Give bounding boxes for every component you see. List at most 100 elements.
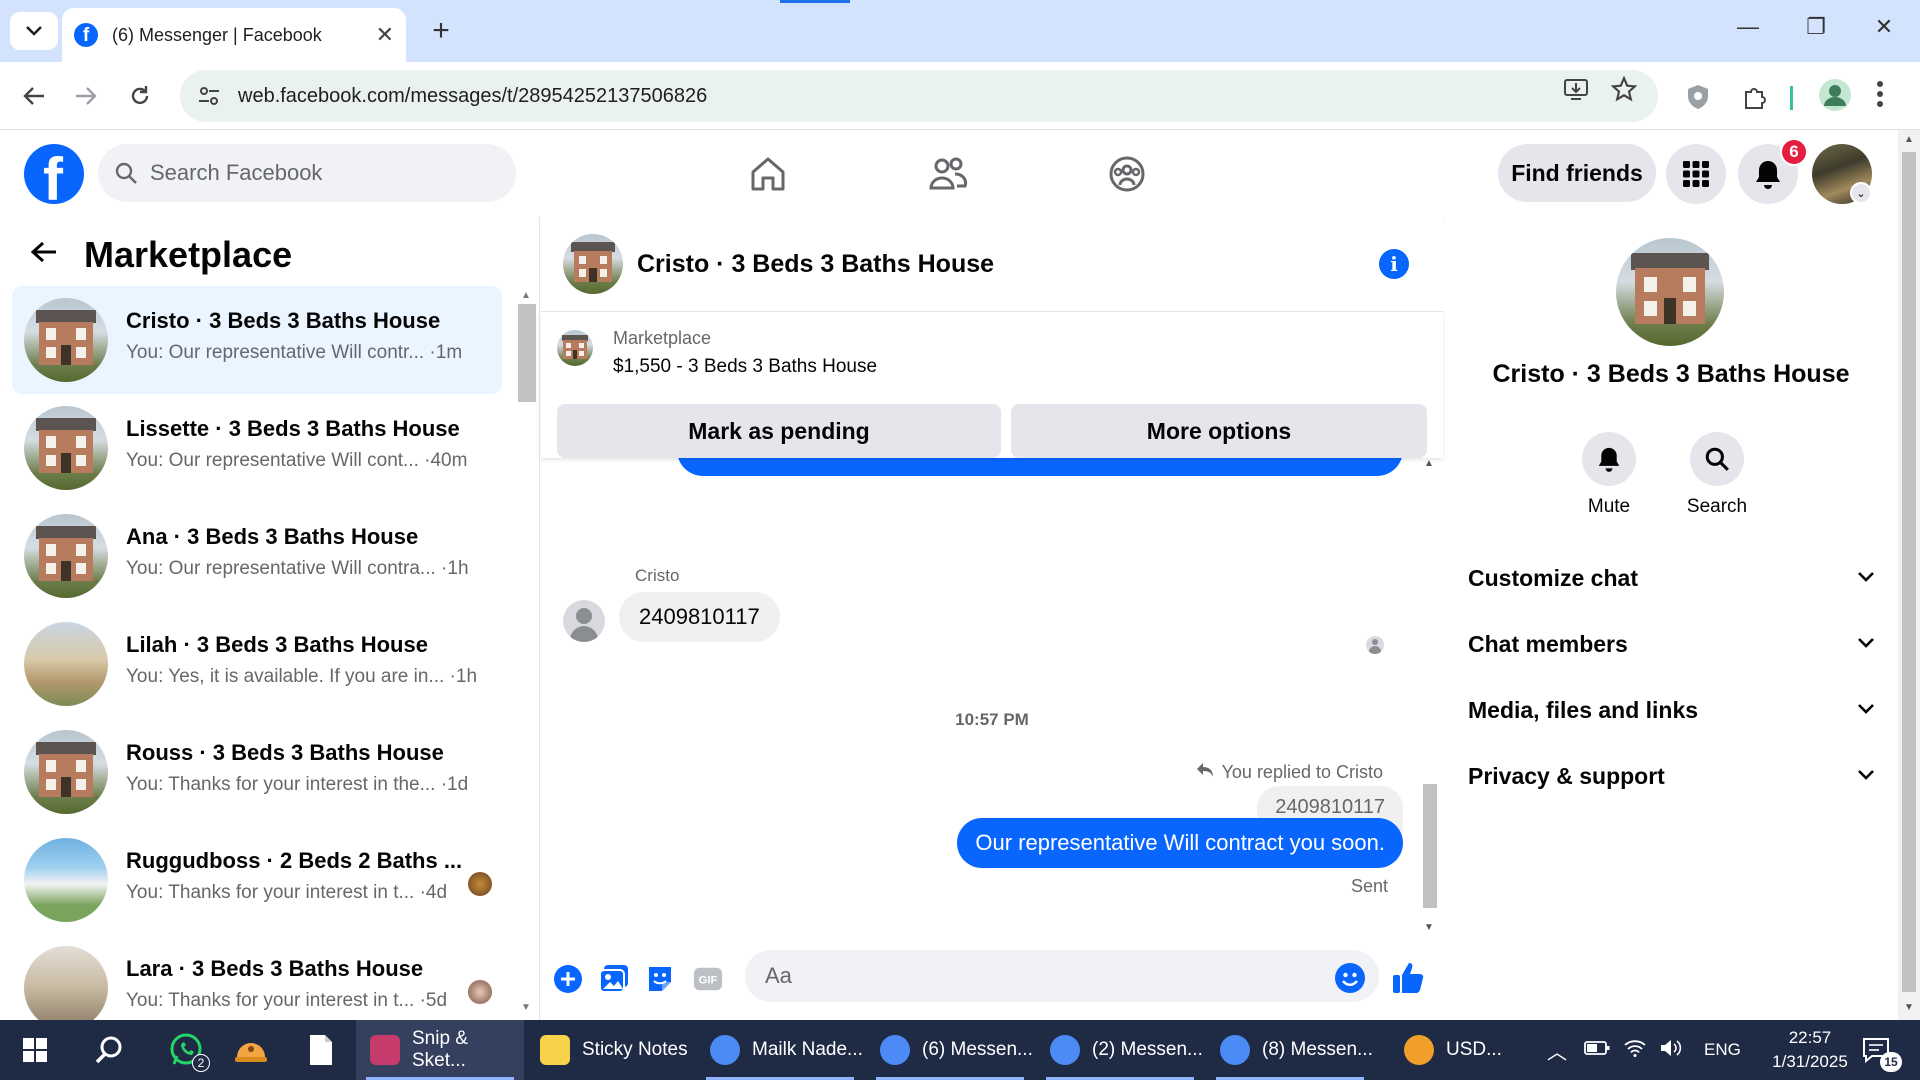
section-label: Customize chat	[1468, 564, 1638, 591]
sticker-icon[interactable]	[645, 964, 675, 994]
chat-members-section[interactable]: Chat members	[1468, 616, 1874, 672]
thumbs-up-icon[interactable]	[1391, 960, 1427, 996]
new-tab-button[interactable]: +	[424, 14, 458, 48]
home-nav-icon[interactable]	[744, 150, 792, 198]
info-icon[interactable]: i	[1379, 249, 1409, 279]
scrollbar-thumb[interactable]	[1423, 784, 1437, 908]
scroll-down-icon[interactable]: ▼	[521, 1002, 531, 1013]
media-files-links-section[interactable]: Media, files and links	[1468, 682, 1874, 738]
conversation-item[interactable]: Ana · 3 Beds 3 Baths House You: Our repr…	[12, 502, 502, 610]
conversation-preview: You: Our representative Will contr... ·1…	[126, 342, 463, 363]
facebook-search-input[interactable]: Search Facebook	[98, 144, 516, 202]
close-window-button[interactable]: ✕	[1864, 14, 1904, 40]
scroll-up-icon[interactable]: ▲	[521, 290, 531, 301]
language-indicator[interactable]: ENG	[1704, 1040, 1741, 1060]
conversation-item[interactable]: Rouss · 3 Beds 3 Baths House You: Thanks…	[12, 718, 502, 826]
scroll-up-icon[interactable]: ▲	[1424, 458, 1434, 469]
chat-avatar[interactable]	[563, 234, 623, 294]
conversation-item[interactable]: Lilah · 3 Beds 3 Baths House You: Yes, i…	[12, 610, 502, 718]
conversation-list-panel: Marketplace Cristo · 3 Beds 3 Baths Hous…	[0, 216, 540, 1030]
whatsapp-taskbar-icon[interactable]: 2	[158, 1020, 214, 1080]
gif-icon[interactable]: GIF	[693, 964, 723, 994]
scroll-up-icon[interactable]: ▲	[1904, 134, 1914, 145]
system-clock[interactable]: 22:57 1/31/2025	[1760, 1026, 1860, 1074]
search-conversation-button[interactable]: Search	[1672, 432, 1762, 518]
marketplace-title: Marketplace	[84, 234, 293, 275]
battery-icon[interactable]	[1584, 1040, 1610, 1061]
reload-button[interactable]	[120, 76, 160, 116]
friends-nav-icon[interactable]	[924, 150, 972, 198]
forward-button[interactable]	[66, 76, 106, 116]
emoji-icon[interactable]	[1335, 963, 1365, 993]
show-hidden-icons-icon[interactable]: ︿	[1542, 1036, 1572, 1065]
page-scrollbar[interactable]: ▲ ▼	[1898, 130, 1920, 1020]
taskbar-app-messenger-6[interactable]: (6) Messen...	[866, 1020, 1034, 1080]
sent-message-bubble[interactable]: Our representative Will contract you soo…	[957, 818, 1403, 868]
message-status: Sent	[1350, 876, 1388, 896]
scrollbar-thumb[interactable]	[1902, 152, 1916, 992]
scrollbar-thumb[interactable]	[518, 304, 536, 402]
taskbar-app-chrome-mailk[interactable]: Mailk Nade...	[696, 1020, 864, 1080]
menu-grid-button[interactable]	[1666, 144, 1726, 204]
extensions-puzzle-icon[interactable]	[1742, 84, 1768, 115]
browser-menu-icon[interactable]	[1876, 80, 1884, 113]
taskbar-app-label: Mailk Nade...	[752, 1039, 863, 1060]
bookmark-star-icon[interactable]	[1610, 75, 1638, 103]
wifi-icon[interactable]	[1624, 1039, 1646, 1062]
chat-title[interactable]: Cristo · 3 Beds 3 Baths House	[637, 250, 994, 279]
close-tab-icon[interactable]: ✕	[376, 22, 394, 48]
install-app-icon[interactable]	[1562, 75, 1590, 103]
find-friends-button[interactable]: Find friends	[1498, 144, 1656, 202]
account-chevron-down-icon[interactable]: ⌄	[1850, 182, 1872, 204]
mute-button[interactable]: Mute	[1564, 432, 1654, 518]
taskbar-search-button[interactable]	[84, 1020, 134, 1080]
back-arrow-icon[interactable]	[30, 238, 64, 272]
address-bar[interactable]: web.facebook.com/messages/t/289542521375…	[180, 70, 1658, 122]
taskbar-currency-widget[interactable]: USD...	[1390, 1020, 1520, 1080]
taskbar-app-messenger-2[interactable]: (2) Messen...	[1036, 1020, 1204, 1080]
restore-button[interactable]: ❐	[1796, 14, 1836, 40]
profile-icon[interactable]	[1818, 78, 1852, 117]
back-button[interactable]	[14, 76, 54, 116]
browser-tab[interactable]: f (6) Messenger | Facebook ✕	[62, 8, 406, 62]
conversation-name: Ruggudboss · 2 Beds 2 Baths ...	[126, 848, 463, 873]
privacy-support-section[interactable]: Privacy & support	[1468, 748, 1874, 804]
conversation-item[interactable]: Ruggudboss · 2 Beds 2 Baths ... You: Tha…	[12, 826, 502, 934]
reply-label: You replied to Cristo	[1221, 762, 1383, 782]
shield-extension-icon[interactable]	[1686, 84, 1710, 115]
received-message-bubble[interactable]: 2409810117	[619, 592, 780, 642]
search-label: Search	[1686, 496, 1748, 517]
helmet-app-taskbar-icon[interactable]	[226, 1020, 276, 1080]
conversation-item[interactable]: Cristo · 3 Beds 3 Baths House You: Our r…	[12, 286, 502, 394]
scroll-down-icon[interactable]: ▼	[1424, 922, 1434, 933]
more-options-button[interactable]: More options	[1011, 404, 1427, 458]
taskbar-app-snip-sketch[interactable]: Snip & Sket...	[356, 1020, 524, 1080]
scroll-down-icon[interactable]: ▼	[1904, 1002, 1914, 1013]
start-button[interactable]	[10, 1020, 60, 1080]
marketplace-listing-card: Marketplace $1,550 - 3 Beds 3 Baths Hous…	[541, 312, 1443, 458]
minimize-button[interactable]: —	[1728, 14, 1768, 40]
listing-price-title[interactable]: $1,550 - 3 Beds 3 Baths House	[613, 356, 877, 378]
message-thread-scrollbar[interactable]: ▲ ▼	[1421, 458, 1439, 938]
customize-chat-section[interactable]: Customize chat	[1468, 550, 1874, 606]
groups-nav-icon[interactable]	[1103, 150, 1151, 198]
facebook-logo-icon[interactable]: f	[24, 144, 84, 204]
photo-gallery-icon[interactable]	[599, 964, 629, 994]
message-input[interactable]: Aa	[745, 950, 1379, 1002]
notification-center-button[interactable]: 15	[1862, 1020, 1902, 1080]
conversation-item[interactable]: Lissette · 3 Beds 3 Baths House You: Our…	[12, 394, 502, 502]
volume-icon[interactable]	[1660, 1039, 1682, 1062]
mark-as-pending-button[interactable]: Mark as pending	[557, 404, 1001, 458]
file-taskbar-icon[interactable]	[296, 1020, 346, 1080]
sender-avatar[interactable]	[563, 600, 605, 642]
plus-circle-icon[interactable]	[553, 964, 583, 994]
taskbar-app-messenger-8[interactable]: (8) Messen...	[1206, 1020, 1374, 1080]
tab-search-button[interactable]	[10, 12, 58, 50]
whatsapp-badge: 2	[192, 1054, 210, 1072]
taskbar-app-sticky-notes[interactable]: Sticky Notes	[526, 1020, 694, 1080]
chat-profile-avatar[interactable]	[1616, 238, 1724, 346]
site-info-icon[interactable]	[198, 86, 220, 106]
tab-title: (6) Messenger | Facebook	[112, 24, 322, 45]
conversation-list-scrollbar[interactable]: ▲ ▼	[518, 290, 536, 1020]
conversation-preview: You: Thanks for your interest in t... ·5…	[126, 990, 448, 1011]
